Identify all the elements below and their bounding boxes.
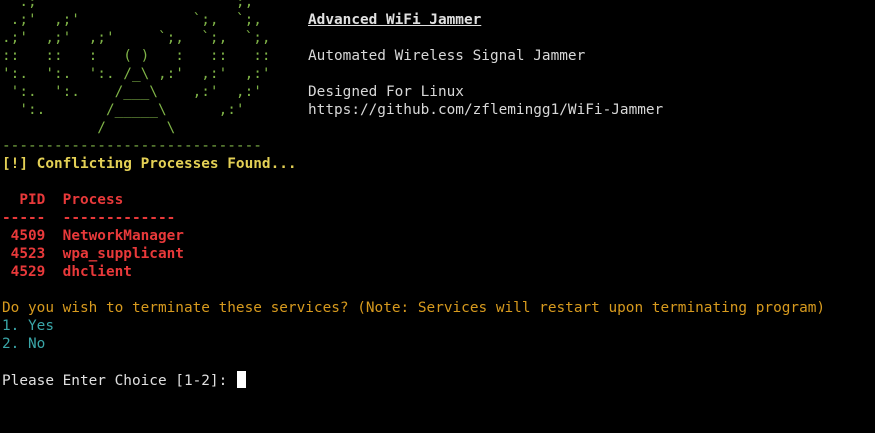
table-row: 4509 NetworkManager <box>2 227 875 245</box>
choice-prompt-line[interactable]: Please Enter Choice [1-2]: <box>2 371 875 389</box>
option-yes[interactable]: 1. Yes <box>2 317 875 335</box>
pid-separator: ----- <box>2 210 46 226</box>
terminal-window: .;' `;, .;' ,;' `;, `;, Advanced WiFi Ja… <box>2 0 875 389</box>
banner-row-4: :: :: : ( ) : :: :: Automated Wireless S… <box>2 47 875 65</box>
table-row: 4529 dhclient <box>2 263 875 281</box>
ascii-art-line: ':. ':. ':. /_\ ,:' ,:' ,:' <box>2 66 271 82</box>
banner-url: https://github.com/zflemingg1/WiFi-Jamme… <box>308 102 664 118</box>
ascii-art-line: .;' `;, <box>2 0 254 10</box>
banner-row-8: / \ <box>2 119 875 137</box>
banner-subtitle: Automated Wireless Signal Jammer <box>308 48 586 64</box>
terminal-cursor[interactable] <box>236 371 246 388</box>
ascii-art-line: ':. /_____\ ,:' <box>2 102 245 118</box>
banner-row-2: .;' ,;' `;, `;, Advanced WiFi Jammer <box>2 11 875 29</box>
banner-divider: ------------------------------ <box>2 138 262 154</box>
ascii-art-line: .;' ,;' `;, `;, <box>2 12 262 28</box>
banner-row-3: .;' ,;' ,;' `;, `;, `;, <box>2 29 875 47</box>
table-header: PID Process <box>2 191 875 209</box>
banner-row-6: ':. ':. /___\ ,:' ,:' Designed For Linux <box>2 83 875 101</box>
pid-cell: 4529 <box>10 264 46 280</box>
banner-title: Advanced WiFi Jammer <box>308 12 482 28</box>
ascii-art-line: .;' ,;' ,;' `;, `;, `;, <box>2 30 271 46</box>
process-header: Process <box>62 192 124 208</box>
ascii-art-line: :: :: : ( ) : :: :: <box>2 48 271 64</box>
banner-row-1: .;' `;, <box>2 0 875 11</box>
pid-header: PID <box>19 192 46 208</box>
process-cell: dhclient <box>62 264 132 280</box>
process-cell: wpa_supplicant <box>62 246 184 262</box>
terminate-question: Do you wish to terminate these services?… <box>2 300 826 316</box>
banner-row-7: ':. /_____\ ,:' https://github.com/zflem… <box>2 101 875 119</box>
process-cell: NetworkManager <box>62 228 184 244</box>
process-separator: ------------- <box>62 210 176 226</box>
choice-prompt-label: Please Enter Choice [1-2]: <box>2 373 236 389</box>
option-no[interactable]: 2. No <box>2 335 875 353</box>
warning-message: [!] Conflicting Processes Found... <box>2 156 297 172</box>
table-separator: ----- ------------- <box>2 209 875 227</box>
ascii-art-line: ':. ':. /___\ ,:' ,:' <box>2 84 262 100</box>
pid-cell: 4523 <box>10 246 46 262</box>
banner-row-5: ':. ':. ':. /_\ ,:' ,:' ,:' <box>2 65 875 83</box>
pid-cell: 4509 <box>10 228 46 244</box>
ascii-art-line: / \ <box>2 120 176 136</box>
banner-platform: Designed For Linux <box>308 84 464 100</box>
table-row: 4523 wpa_supplicant <box>2 245 875 263</box>
